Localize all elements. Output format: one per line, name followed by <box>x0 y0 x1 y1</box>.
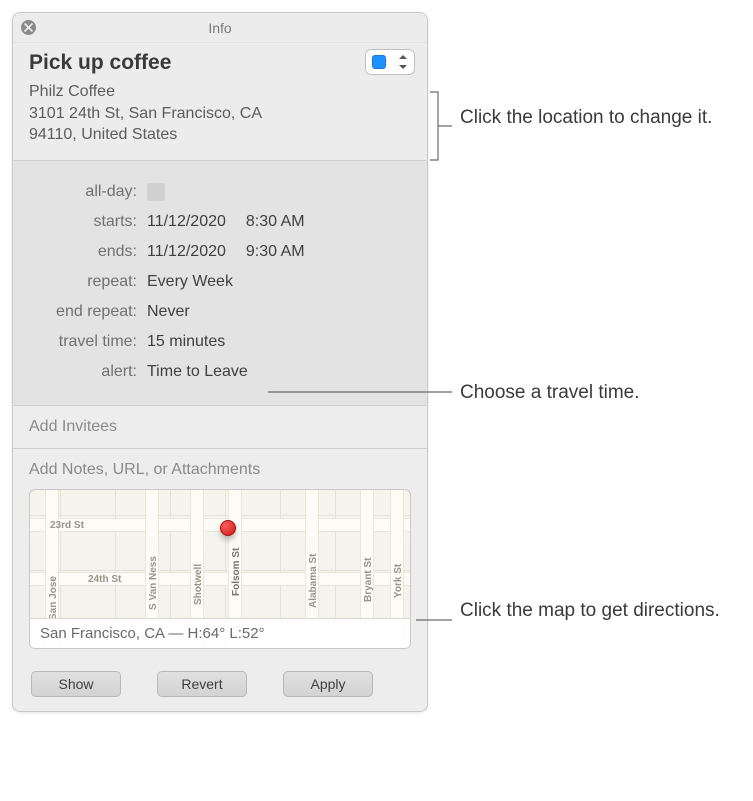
event-title[interactable]: Pick up coffee <box>29 51 411 75</box>
window-title: Info <box>208 20 231 36</box>
apply-button[interactable]: Apply <box>283 671 373 697</box>
street-label: S Van Ness <box>148 556 159 610</box>
ends-time[interactable]: 9:30 AM <box>246 243 305 261</box>
dropdown-arrows-icon <box>398 55 408 69</box>
annotation-location: Click the location to change it. <box>460 105 730 131</box>
label-end-repeat: end repeat: <box>29 303 147 321</box>
event-info-panel: Info Pick up coffee Philz Coffee 3101 24… <box>12 12 428 712</box>
event-details: all-day: starts: 11/12/2020 8:30 AM ends… <box>13 161 427 406</box>
label-repeat: repeat: <box>29 273 147 291</box>
notes-section: Add Notes, URL, or Attachments 23rd St 2… <box>13 449 427 661</box>
street-label: 23rd St <box>50 520 84 531</box>
map-pin-icon <box>220 520 236 536</box>
map-weather-footer: San Francisco, CA — H:64° L:52° <box>30 618 410 648</box>
allday-checkbox[interactable] <box>147 183 165 201</box>
annotation-travel-time: Choose a travel time. <box>460 380 730 406</box>
street-label: Shotwell <box>193 564 204 605</box>
map-preview[interactable]: 23rd St 24th St S Van Ness Shotwell Fols… <box>29 489 411 649</box>
label-travel-time: travel time: <box>29 333 147 351</box>
add-invitees-field[interactable]: Add Invitees <box>13 406 427 449</box>
street-label: York St <box>393 564 404 598</box>
label-alert: alert: <box>29 363 147 381</box>
show-button[interactable]: Show <box>31 671 121 697</box>
button-bar: Show Revert Apply <box>13 661 427 711</box>
label-starts: starts: <box>29 213 147 231</box>
end-repeat-value[interactable]: Never <box>147 303 190 321</box>
address-line-1: 3101 24th St, San Francisco, CA <box>29 103 411 125</box>
street-label: 24th St <box>88 574 121 585</box>
event-header: Pick up coffee Philz Coffee 3101 24th St… <box>13 43 427 161</box>
calendar-color-swatch <box>372 55 386 69</box>
annotation-map: Click the map to get directions. <box>460 598 730 624</box>
map-street <box>30 572 410 586</box>
street-label: Alabama St <box>308 553 319 607</box>
event-location[interactable]: Philz Coffee 3101 24th St, San Francisco… <box>29 81 411 146</box>
starts-date[interactable]: 11/12/2020 <box>147 213 226 231</box>
ends-date[interactable]: 11/12/2020 <box>147 243 226 261</box>
repeat-value[interactable]: Every Week <box>147 273 233 291</box>
alert-value[interactable]: Time to Leave <box>147 363 248 381</box>
location-name: Philz Coffee <box>29 81 411 103</box>
close-button[interactable] <box>21 20 36 35</box>
street-label: Bryant St <box>363 557 374 601</box>
window-titlebar: Info <box>13 13 427 43</box>
starts-time[interactable]: 8:30 AM <box>246 213 305 231</box>
calendar-picker[interactable] <box>365 49 415 75</box>
street-label: San Jose <box>48 576 59 620</box>
revert-button[interactable]: Revert <box>157 671 247 697</box>
add-notes-field[interactable]: Add Notes, URL, or Attachments <box>29 461 411 479</box>
street-label: Folsom St <box>231 547 242 595</box>
label-ends: ends: <box>29 243 147 261</box>
address-line-2: 94110, United States <box>29 124 411 146</box>
travel-time-value[interactable]: 15 minutes <box>147 333 225 351</box>
label-allday: all-day: <box>29 183 147 201</box>
